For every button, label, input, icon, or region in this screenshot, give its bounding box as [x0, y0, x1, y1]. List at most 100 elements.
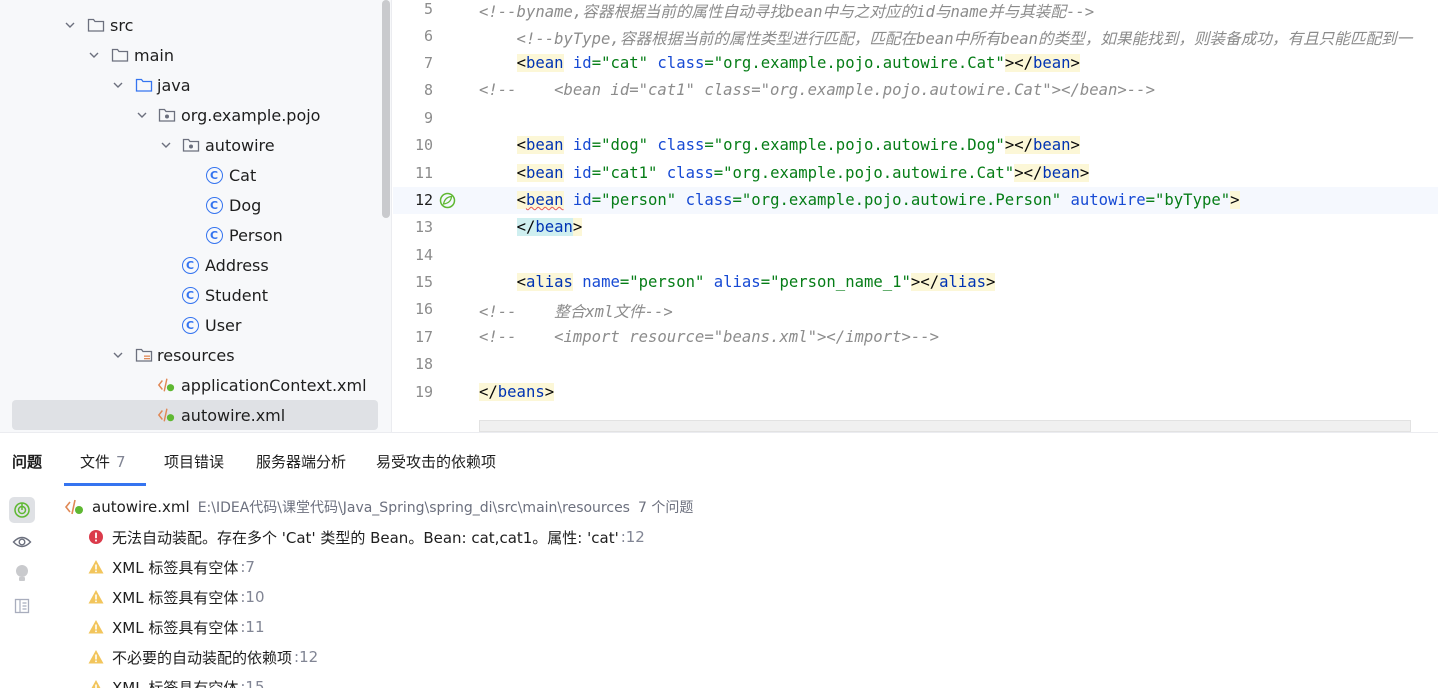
- code-line[interactable]: 13 </bean>: [393, 214, 1438, 241]
- chevron-down-icon[interactable]: [111, 348, 125, 362]
- problem-file-row[interactable]: autowire.xml E:\IDEA代码\课堂代码\Java_Spring\…: [64, 492, 693, 522]
- code-line[interactable]: 15 <alias name="person" alias="person_na…: [393, 269, 1438, 296]
- code-line-current[interactable]: 12 <bean id="person" class="org.example.…: [393, 187, 1438, 214]
- autoscroll-icon[interactable]: [9, 497, 35, 523]
- tree-item-src[interactable]: src: [0, 10, 380, 40]
- tree-item-label: Dog: [229, 195, 262, 215]
- folder-icon: [87, 16, 105, 34]
- spring-bean-gutter-icon[interactable]: [439, 192, 456, 209]
- chevron-down-icon[interactable]: [159, 138, 173, 152]
- tree-item-autowire-xml[interactable]: autowire.xml: [12, 400, 378, 430]
- problems-panel: 问题 文件 7 项目错误 服务器端分析 易受攻击的依赖项 autowire.xml…: [0, 432, 1438, 688]
- class-icon: C: [205, 226, 223, 244]
- line-number: 17: [414, 328, 433, 346]
- warning-icon: [88, 559, 104, 575]
- tree-item-resources[interactable]: resources: [0, 340, 380, 370]
- code-line[interactable]: 5 <!--byname,容器根据当前的属性自动寻找bean中与之对应的id与n…: [393, 0, 1438, 23]
- code-line[interactable]: 18: [393, 351, 1438, 378]
- editor-horizontal-scrollbar[interactable]: [479, 420, 1411, 432]
- lightbulb-icon[interactable]: [9, 561, 35, 587]
- tree-item-autowire[interactable]: autowire: [0, 130, 380, 160]
- problem-file-name: autowire.xml: [92, 498, 190, 516]
- problem-line: :12: [294, 648, 319, 666]
- problem-line: :10: [240, 588, 265, 606]
- line-number: 16: [414, 300, 433, 318]
- code-text: </bean>: [516, 218, 583, 236]
- chevron-down-icon[interactable]: [111, 78, 125, 92]
- warning-icon: [88, 619, 104, 635]
- tree-item-label: src: [110, 15, 134, 35]
- tab-file[interactable]: 文件 7: [80, 451, 126, 472]
- eye-icon[interactable]: [9, 529, 35, 555]
- line-number: 7: [423, 54, 433, 72]
- class-icon: C: [205, 166, 223, 184]
- code-line[interactable]: 7 <bean id="cat" class="org.example.pojo…: [393, 50, 1438, 77]
- code-line[interactable]: 17 <!-- <import resource="beans.xml"></i…: [393, 324, 1438, 351]
- tree-scrollbar[interactable]: [382, 0, 390, 218]
- line-number: 15: [414, 273, 433, 291]
- problems-tab-bar: 问题 文件 7 项目错误 服务器端分析 易受攻击的依赖项: [0, 433, 1438, 487]
- spring-xml-icon: [157, 406, 175, 424]
- code-text: <bean id="cat1" class="org.example.pojo.…: [516, 164, 1090, 182]
- chevron-down-icon[interactable]: [135, 108, 149, 122]
- problem-item[interactable]: XML 标签具有空体 :15: [88, 672, 264, 688]
- tree-item-label: main: [134, 45, 174, 65]
- problem-line: :15: [240, 678, 265, 688]
- problem-line: :11: [240, 618, 265, 636]
- problem-item[interactable]: 不必要的自动装配的依赖项 :12: [88, 642, 318, 672]
- tree-item-main[interactable]: main: [0, 40, 380, 70]
- chevron-down-icon[interactable]: [87, 48, 101, 62]
- problem-item[interactable]: XML 标签具有空体 :11: [88, 612, 264, 642]
- tree-item-student[interactable]: C Student: [0, 280, 380, 310]
- code-line[interactable]: 19 </beans>: [393, 379, 1438, 406]
- code-editor[interactable]: 5 <!--byname,容器根据当前的属性自动寻找bean中与之对应的id与n…: [393, 0, 1438, 432]
- problem-text: 无法自动装配。存在多个 'Cat' 类型的 Bean。Bean: cat,cat…: [112, 528, 619, 547]
- code-line[interactable]: 6 <!--byType,容器根据当前的属性类型进行匹配，匹配在bean中所有b…: [393, 23, 1438, 50]
- tree-item-java[interactable]: java: [0, 70, 380, 100]
- code-line[interactable]: 9: [393, 105, 1438, 132]
- tab-count: 7: [116, 453, 126, 471]
- tree-item-org-example-pojo[interactable]: org.example.pojo: [0, 100, 380, 130]
- code-text: <!--byType,容器根据当前的属性类型进行匹配，匹配在bean中所有bea…: [479, 30, 1413, 48]
- code-text: <!-- 整合xml文件-->: [479, 303, 673, 321]
- code-line[interactable]: 11 <bean id="cat1" class="org.example.po…: [393, 160, 1438, 187]
- tree-item-user[interactable]: C User: [0, 310, 380, 340]
- active-tab-indicator: [64, 483, 146, 486]
- code-text: <!-- <bean id="cat1" class="org.example.…: [479, 81, 1155, 99]
- problem-item[interactable]: XML 标签具有空体 :7: [88, 552, 255, 582]
- tab-label: 文件: [80, 453, 111, 471]
- tree-item-address[interactable]: C Address: [0, 250, 380, 280]
- tab-project-errors[interactable]: 项目错误: [164, 451, 224, 472]
- problem-item[interactable]: XML 标签具有空体 :10: [88, 582, 264, 612]
- class-icon: C: [181, 316, 199, 334]
- line-number: 14: [414, 246, 433, 264]
- warning-icon: [88, 649, 104, 665]
- folder-icon: [111, 46, 129, 64]
- code-line[interactable]: 14: [393, 242, 1438, 269]
- problem-file-path: E:\IDEA代码\课堂代码\Java_Spring\spring_di\src…: [197, 500, 630, 516]
- tab-server-analysis[interactable]: 服务器端分析: [256, 451, 346, 472]
- code-line[interactable]: 10 <bean id="dog" class="org.example.poj…: [393, 132, 1438, 159]
- preview-icon[interactable]: [9, 593, 35, 619]
- class-icon: C: [181, 286, 199, 304]
- problem-item[interactable]: 无法自动装配。存在多个 'Cat' 类型的 Bean。Bean: cat,cat…: [88, 522, 645, 552]
- line-number: 13: [414, 218, 433, 236]
- chevron-down-icon[interactable]: [63, 18, 77, 32]
- source-folder-icon: [135, 76, 153, 94]
- code-text: <alias name="person" alias="person_name_…: [516, 273, 996, 291]
- problem-text: 不必要的自动装配的依赖项: [112, 648, 293, 667]
- tab-vulnerable-dependencies[interactable]: 易受攻击的依赖项: [376, 451, 496, 472]
- problem-text: XML 标签具有空体: [112, 618, 239, 637]
- spring-xml-icon: [157, 376, 175, 394]
- code-line[interactable]: 8 <!-- <bean id="cat1" class="org.exampl…: [393, 77, 1438, 104]
- line-number: 10: [414, 136, 433, 154]
- code-line[interactable]: 16 <!-- 整合xml文件-->: [393, 296, 1438, 323]
- tree-item-person[interactable]: C Person: [0, 220, 380, 250]
- warning-icon: [88, 589, 104, 605]
- problem-text: XML 标签具有空体: [112, 588, 239, 607]
- tree-item-dog[interactable]: C Dog: [0, 190, 380, 220]
- tree-item-application-context-xml[interactable]: applicationContext.xml: [0, 370, 380, 400]
- code-text: <bean id="dog" class="org.example.pojo.a…: [516, 136, 1080, 154]
- problem-text: XML 标签具有空体: [112, 678, 239, 688]
- tree-item-cat[interactable]: C Cat: [0, 160, 380, 190]
